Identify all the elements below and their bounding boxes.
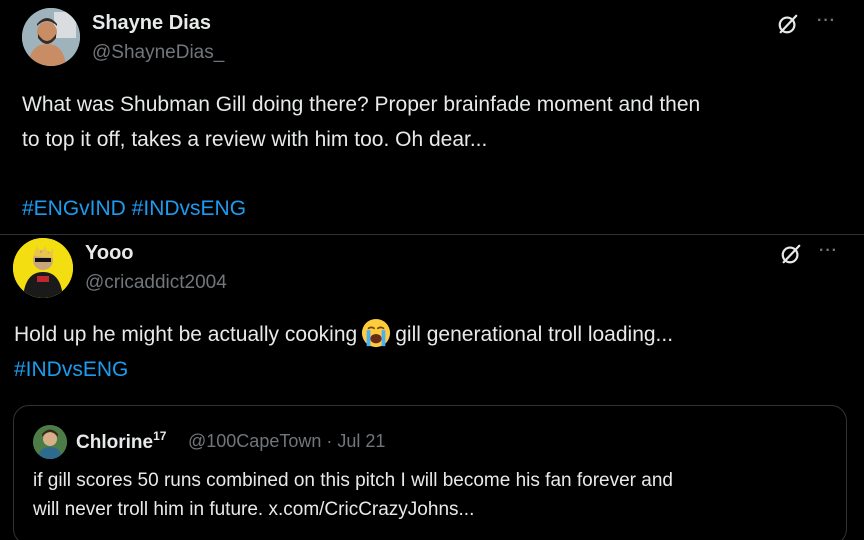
quoted-author-avatar[interactable] [33,425,67,459]
avatar-shayne-dias[interactable] [22,8,80,66]
hashtags-link[interactable]: #INDvsENG [14,354,128,385]
tweet-text-after-emoji: gill generational troll loading... [395,323,674,346]
quoted-author-name-text: Chlorine [76,432,154,453]
author-name[interactable]: Yooo [85,242,134,265]
hashtags-link[interactable]: #ENGvIND #INDvsENG [22,193,246,224]
avatar-image [13,238,73,298]
more-options-icon[interactable]: ··· [817,12,836,30]
more-options-icon[interactable]: ··· [819,242,838,260]
tweet-text-line: Hold up he might be actually cooking gil… [14,318,673,350]
quoted-tweet-text-line: if gill scores 50 runs combined on this … [33,470,673,491]
quoted-tweet-text-line: will never troll him in future. x.com/Cr… [33,499,475,520]
avatar-yooo[interactable] [13,238,73,298]
tweet-text-line: What was Shubman Gill doing there? Prope… [22,93,701,116]
quoted-author-name-superscript: 17 [153,429,167,443]
avatar-image [33,425,67,459]
tweet-text-line: to top it off, takes a review with him t… [22,128,488,151]
tweet-text-before-emoji: Hold up he might be actually cooking [14,323,358,346]
quoted-author-name[interactable]: Chlorine17 [76,429,166,454]
quoted-author-meta[interactable]: @100CapeTown · Jul 21 [188,431,385,452]
loudly-crying-face-icon [362,318,391,348]
grok-icon[interactable] [780,243,802,265]
avatar-image [22,8,80,66]
author-handle[interactable]: @ShayneDias_ [92,42,224,64]
grok-icon[interactable] [777,13,799,35]
author-handle[interactable]: @cricaddict2004 [85,272,227,294]
author-name[interactable]: Shayne Dias [92,12,211,35]
